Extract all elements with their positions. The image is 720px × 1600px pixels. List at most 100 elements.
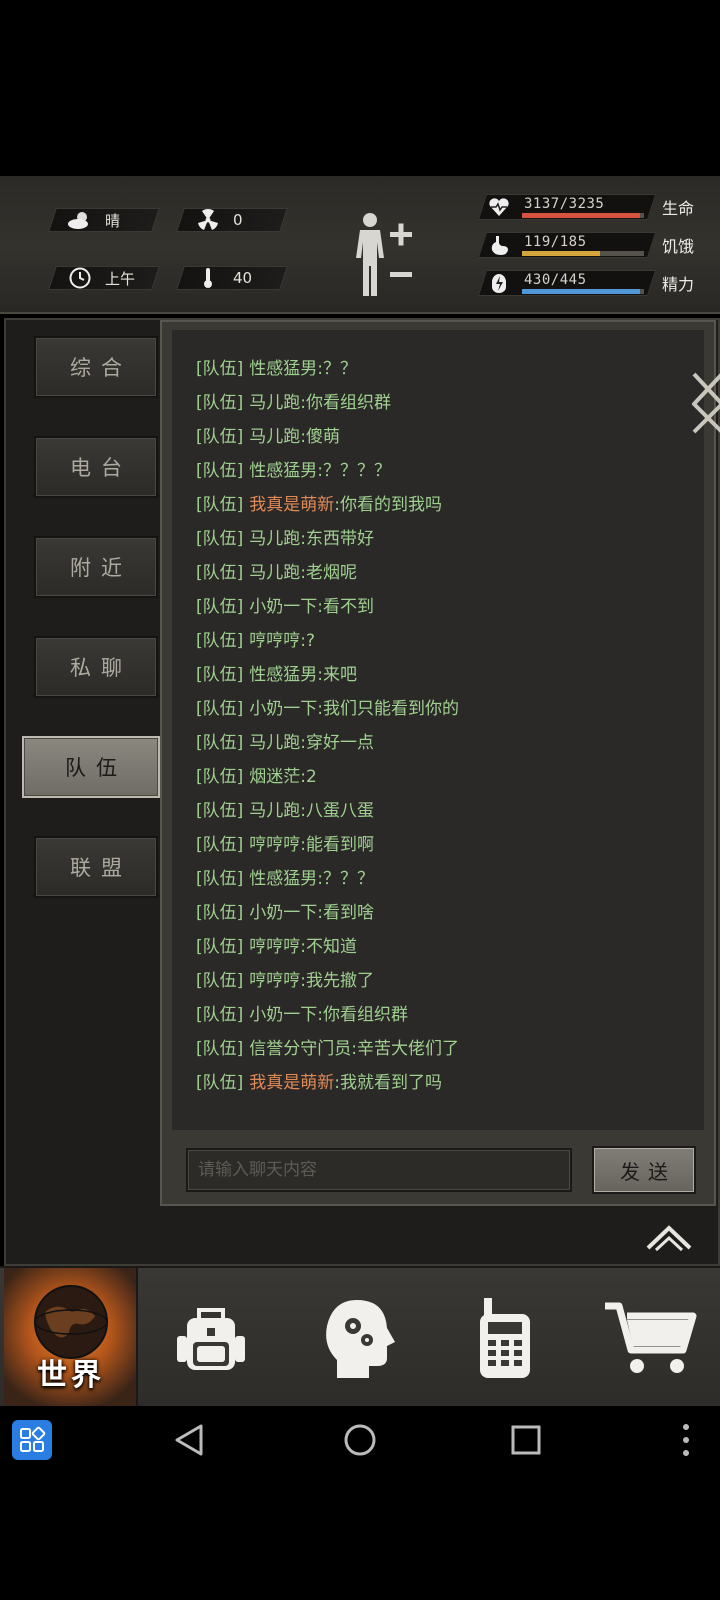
- nav-backpack[interactable]: [144, 1268, 278, 1408]
- message-sender[interactable]: 我真是萌新: [249, 1073, 334, 1093]
- chat-input[interactable]: 请输入聊天内容: [186, 1148, 572, 1192]
- message-sender[interactable]: 烟迷茫: [249, 767, 300, 787]
- chat-log[interactable]: [队伍] 性感猛男:？？ [队伍] 马儿跑:你看组织群 [队伍] 马儿跑:傻萌 [队伍] 性感…: [172, 330, 704, 1130]
- chat-message: [队伍] 马儿跑:老烟呢: [196, 558, 357, 583]
- message-text: :看不到: [317, 597, 374, 617]
- message-sender[interactable]: 马儿跑: [249, 427, 300, 447]
- message-sender[interactable]: 马儿跑: [249, 733, 300, 753]
- recents-icon[interactable]: [506, 1420, 546, 1460]
- message-sender[interactable]: 马儿跑: [249, 393, 300, 413]
- temperature-value: 40: [233, 269, 253, 287]
- message-sender[interactable]: 小奶一下: [249, 699, 317, 719]
- system-nav-bar: [0, 1406, 720, 1474]
- message-sender[interactable]: 性感猛男: [249, 665, 317, 685]
- message-channel: [队伍]: [196, 359, 244, 379]
- tab-label: 队伍: [65, 756, 127, 780]
- health-label: 生命: [662, 199, 695, 218]
- message-channel: [队伍]: [196, 631, 244, 651]
- energy-bar: [522, 289, 641, 294]
- message-sender[interactable]: 我真是萌新: [249, 495, 334, 515]
- message-channel: [队伍]: [196, 869, 244, 889]
- message-sender[interactable]: 哼哼哼: [249, 631, 300, 651]
- chat-panel: [队伍] 性感猛男:？？ [队伍] 马儿跑:你看组织群 [队伍] 马儿跑:傻萌 [队伍] 性感…: [160, 320, 716, 1206]
- message-sender[interactable]: 小奶一下: [249, 1005, 317, 1025]
- chat-input-placeholder: 请输入聊天内容: [198, 1160, 317, 1180]
- radiation-value: 0: [233, 211, 243, 229]
- send-button[interactable]: 发送: [592, 1146, 696, 1194]
- message-channel: [队伍]: [196, 563, 244, 583]
- message-channel: [队伍]: [196, 733, 244, 753]
- message-sender[interactable]: 性感猛男: [249, 461, 317, 481]
- tab-label: 电台: [70, 456, 132, 480]
- tab-label: 联盟: [70, 856, 132, 880]
- message-sender[interactable]: 小奶一下: [249, 903, 317, 923]
- tab-private[interactable]: 私聊: [34, 636, 158, 698]
- tab-general[interactable]: 综合: [34, 336, 158, 398]
- message-text: :东西带好: [300, 529, 374, 549]
- tab-radio[interactable]: 电台: [34, 436, 158, 498]
- chat-message: [队伍] 烟迷茫:2: [196, 762, 317, 787]
- message-sender[interactable]: 性感猛男: [249, 359, 317, 379]
- chat-message: [队伍] 小奶一下:看不到: [196, 592, 374, 617]
- message-sender[interactable]: 性感猛男: [249, 869, 317, 889]
- message-sender[interactable]: 信誉分守门员: [249, 1039, 351, 1059]
- message-channel: [队伍]: [196, 427, 244, 447]
- message-sender[interactable]: 马儿跑: [249, 529, 300, 549]
- nav-shop[interactable]: [584, 1268, 718, 1408]
- vital-energy: 430/445 精力: [477, 270, 702, 296]
- message-channel: [队伍]: [196, 767, 244, 787]
- vital-health: 3137/3235 生命: [477, 194, 702, 220]
- message-channel: [队伍]: [196, 393, 244, 413]
- message-sender[interactable]: 哼哼哼: [249, 937, 300, 957]
- hunger-value: 119/185: [524, 234, 587, 250]
- nav-radio[interactable]: [438, 1268, 572, 1408]
- chevron-up-icon[interactable]: [644, 1222, 694, 1252]
- message-text: :我就看到了吗: [334, 1073, 442, 1093]
- close-icon[interactable]: [690, 370, 720, 436]
- tab-label: 附近: [70, 556, 132, 580]
- health-value: 3137/3235: [524, 196, 605, 212]
- chat-message: [队伍] 哼哼哼:能看到啊: [196, 830, 374, 855]
- body-status-icon[interactable]: [348, 210, 418, 300]
- message-sender[interactable]: 马儿跑: [249, 563, 300, 583]
- chat-message: [队伍] 哼哼哼:我先撤了: [196, 966, 374, 991]
- more-options-icon[interactable]: [666, 1420, 706, 1460]
- message-channel: [队伍]: [196, 903, 244, 923]
- nav-world-label: 世界: [37, 1358, 105, 1393]
- tab-team[interactable]: 队伍: [22, 736, 160, 798]
- chat-message: [队伍] 性感猛男:来吧: [196, 660, 357, 685]
- hunger-bar: [522, 251, 601, 256]
- message-text: :你看组织群: [317, 1005, 408, 1025]
- tab-nearby[interactable]: 附近: [34, 536, 158, 598]
- tab-label: 私聊: [70, 656, 132, 680]
- vital-hunger: 119/185 饥饿: [477, 232, 702, 258]
- message-channel: [队伍]: [196, 1039, 244, 1059]
- chat-message: [队伍] 我真是萌新:你看的到我吗: [196, 490, 442, 515]
- energy-icon: [492, 274, 506, 293]
- shop-cart-icon: [605, 1302, 697, 1373]
- message-channel: [队伍]: [196, 1005, 244, 1025]
- chat-message: [队伍] 哼哼哼:不知道: [196, 932, 357, 957]
- message-channel: [队伍]: [196, 495, 244, 515]
- message-sender[interactable]: 哼哼哼: [249, 835, 300, 855]
- message-sender[interactable]: 哼哼哼: [249, 971, 300, 991]
- back-icon[interactable]: [170, 1420, 210, 1460]
- message-sender[interactable]: 马儿跑: [249, 801, 300, 821]
- apps-grid-icon[interactable]: [12, 1420, 52, 1460]
- chat-message: [队伍] 性感猛男:？？？？: [196, 456, 391, 481]
- message-text: :？？？？: [317, 461, 391, 481]
- chat-message: [队伍] 马儿跑:八蛋八蛋: [196, 796, 374, 821]
- tab-alliance[interactable]: 联盟: [34, 836, 158, 898]
- nav-skills[interactable]: [292, 1268, 426, 1408]
- message-sender[interactable]: 小奶一下: [249, 597, 317, 617]
- weather-stat: 晴: [48, 208, 160, 232]
- nav-world[interactable]: 世界: [4, 1268, 138, 1408]
- message-text: :八蛋八蛋: [300, 801, 374, 821]
- stomach-icon: [491, 236, 508, 255]
- home-icon[interactable]: [340, 1420, 380, 1460]
- message-text: :？？: [317, 359, 357, 379]
- chat-message: [队伍] 哼哼哼:?: [196, 626, 315, 651]
- health-bar: [522, 213, 641, 218]
- message-text: :你看的到我吗: [334, 495, 442, 515]
- clock-icon: [67, 267, 93, 289]
